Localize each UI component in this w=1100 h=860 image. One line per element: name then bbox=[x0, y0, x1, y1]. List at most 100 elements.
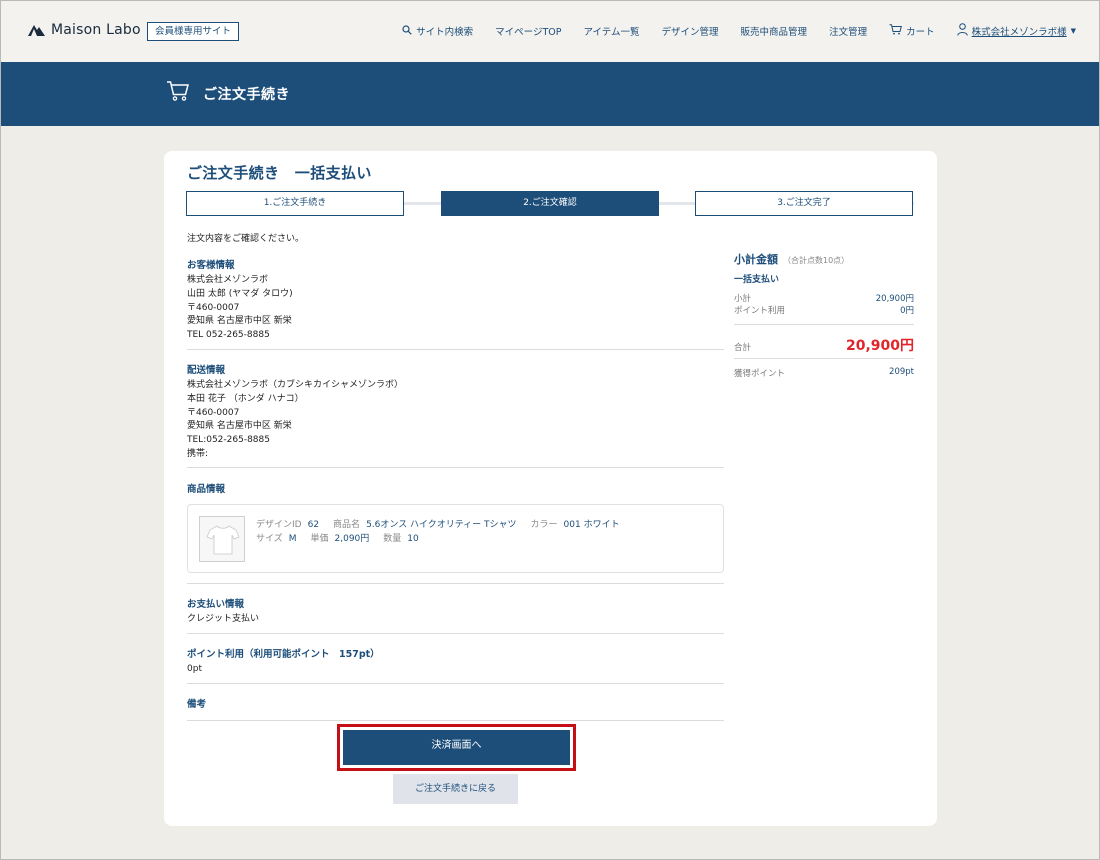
nav-cart-label: カート bbox=[906, 27, 935, 38]
shipping-section: 配送情報 株式会社メゾンラボ（カブシキカイシャメゾンラボ） 本田 花子 （ホンダ… bbox=[187, 362, 724, 462]
summary-divider bbox=[734, 358, 914, 359]
unit-price-label: 単価 bbox=[310, 534, 329, 544]
summary-title: 小計金額 （合計点数10点） bbox=[734, 251, 914, 267]
logo[interactable]: Maison Labo bbox=[28, 22, 141, 38]
nav-design[interactable]: デザイン管理 bbox=[662, 24, 719, 38]
nav-cart[interactable]: カート bbox=[889, 24, 935, 38]
payment-section: お支払い情報 クレジット支払い bbox=[187, 596, 724, 627]
product-title: 商品情報 bbox=[187, 484, 226, 495]
tshirt-icon bbox=[206, 525, 240, 555]
summary-divider bbox=[734, 324, 914, 325]
shipping-address: 愛知県 名古屋市中区 新栄 bbox=[187, 421, 292, 432]
product-item: デザインID 62 商品名 5.6オンス ハイクオリティー Tシャツ カラー 001 ホワ… bbox=[187, 504, 724, 573]
summary-title-label: 小計金額 bbox=[734, 253, 778, 266]
product-row-2: サイズ M 単価 2,090円 数量 10 bbox=[256, 531, 433, 544]
cart-icon bbox=[166, 80, 190, 106]
product-name-label: 商品名 bbox=[333, 520, 361, 530]
earned-points-label: 獲得ポイント bbox=[734, 369, 786, 379]
step-indicator: 1.ご注文手続き 2.ご注文確認 3.ご注文完了 bbox=[186, 191, 914, 216]
member-site-badge: 会員様専用サイト bbox=[147, 22, 240, 41]
payment-method: クレジット支払い bbox=[187, 614, 260, 624]
size-label: サイズ bbox=[256, 534, 283, 544]
product-row-1: デザインID 62 商品名 5.6オンス ハイクオリティー Tシャツ カラー 001 ホワ… bbox=[256, 517, 634, 530]
nav-mypage[interactable]: マイページTOP bbox=[495, 24, 561, 38]
divider bbox=[187, 583, 724, 584]
product-thumbnail[interactable] bbox=[199, 516, 245, 562]
summary-subtotal-row: 小計 20,900円 bbox=[734, 292, 914, 304]
step-order-complete: 3.ご注文完了 bbox=[695, 191, 913, 216]
remarks-title: 備考 bbox=[187, 699, 207, 710]
product-name-value: 5.6オンス ハイクオリティー Tシャツ bbox=[366, 520, 517, 530]
nav-orders[interactable]: 注文管理 bbox=[829, 24, 867, 38]
customer-zip: 〒460-0007 bbox=[187, 302, 240, 313]
cart-icon bbox=[889, 24, 903, 38]
customer-name: 山田 太郎 (ヤマダ タロウ) bbox=[187, 288, 293, 299]
order-confirm-card: ご注文手続き 一括支払い 1.ご注文手続き 2.ご注文確認 3.ご注文完了 注文… bbox=[164, 151, 937, 826]
logo-mountain-icon bbox=[28, 24, 45, 36]
order-summary: 小計金額 （合計点数10点） 一括支払い 小計 20,900円 ポイント利用 0円… bbox=[734, 251, 914, 379]
design-id-value: 62 bbox=[307, 520, 320, 530]
payment-title: お支払い情報 bbox=[187, 599, 245, 610]
divider bbox=[187, 349, 724, 350]
back-to-order-button[interactable]: ご注文手続きに戻る bbox=[393, 774, 518, 804]
divider bbox=[187, 683, 724, 684]
customer-company: 株式会社メゾンラボ bbox=[187, 275, 269, 285]
nav-user-label: 株式会社メゾンラボ様 bbox=[971, 27, 1067, 38]
proceed-to-payment-button[interactable]: 決済画面へ bbox=[343, 730, 570, 765]
customer-tel: TEL 052-265-8885 bbox=[187, 330, 270, 341]
divider bbox=[187, 467, 724, 468]
shipping-company: 株式会社メゾンラボ（カブシキカイシャメゾンラボ） bbox=[187, 380, 404, 390]
nav-items[interactable]: アイテム一覧 bbox=[583, 24, 639, 38]
global-nav: サイト内検索 マイページTOP アイテム一覧 デザイン管理 販売中商品管理 注文… bbox=[402, 22, 1076, 40]
design-id-label: デザインID bbox=[256, 520, 302, 530]
points-used-label: ポイント利用 bbox=[734, 306, 786, 316]
proceed-to-payment-button-highlight: 決済画面へ bbox=[337, 724, 576, 771]
summary-payment-method: 一括支払い bbox=[734, 275, 780, 285]
quantity-value: 10 bbox=[407, 534, 419, 544]
step-order-procedure: 1.ご注文手続き bbox=[186, 191, 404, 216]
size-value: M bbox=[288, 534, 297, 544]
earned-points-value: 209pt bbox=[889, 367, 914, 377]
intro-text: 注文内容をご確認ください。 bbox=[187, 234, 305, 244]
points-section: ポイント利用（利用可能ポイント 157pt） 0pt bbox=[187, 646, 724, 677]
step-order-confirm: 2.ご注文確認 bbox=[441, 191, 659, 216]
user-icon bbox=[956, 23, 968, 39]
quantity-label: 数量 bbox=[383, 534, 402, 544]
page-title: ご注文手続き 一括支払い bbox=[187, 164, 372, 182]
summary-points-row: ポイント利用 0円 bbox=[734, 304, 914, 316]
search-icon bbox=[402, 24, 412, 38]
summary-earned-row: 獲得ポイント 209pt bbox=[734, 367, 914, 379]
remarks-section: 備考 bbox=[187, 696, 724, 713]
page-banner: ご注文手続き bbox=[0, 62, 1100, 126]
points-title: ポイント利用（利用可能ポイント 157pt） bbox=[187, 649, 380, 660]
color-value: 001 ホワイト bbox=[563, 520, 620, 530]
summary-item-count: （合計点数10点） bbox=[783, 256, 850, 265]
divider bbox=[187, 633, 724, 634]
logo-text: Maison Labo bbox=[51, 22, 141, 38]
banner-title: ご注文手続き bbox=[203, 87, 290, 103]
nav-site-search[interactable]: サイト内検索 bbox=[402, 24, 473, 38]
subtotal-value: 20,900円 bbox=[875, 294, 914, 304]
site-header: Maison Labo 会員様専用サイト サイト内検索 マイページTOP アイテ… bbox=[0, 0, 1100, 62]
shipping-zip: 〒460-0007 bbox=[187, 407, 240, 418]
shipping-title: 配送情報 bbox=[187, 365, 226, 376]
shipping-tel: TEL:052-265-8885 bbox=[187, 435, 270, 446]
shipping-name: 本田 花子 （ホンダ ハナコ） bbox=[187, 393, 304, 404]
nav-site-search-label: サイト内検索 bbox=[416, 27, 474, 38]
total-label: 合計 bbox=[734, 343, 752, 353]
points-value: 0pt bbox=[187, 664, 202, 674]
divider bbox=[187, 720, 724, 721]
subtotal-label: 小計 bbox=[734, 294, 752, 304]
customer-address: 愛知県 名古屋市中区 新栄 bbox=[187, 316, 292, 327]
caret-down-icon: ▼ bbox=[1070, 27, 1076, 35]
nav-user-menu[interactable]: 株式会社メゾンラボ様 ▼ bbox=[956, 23, 1076, 39]
nav-selling[interactable]: 販売中商品管理 bbox=[741, 24, 808, 38]
summary-total-row: 合計 20,900円 bbox=[734, 338, 914, 354]
color-label: カラー bbox=[530, 520, 558, 530]
total-value: 20,900円 bbox=[845, 338, 914, 354]
customer-title: お客様情報 bbox=[187, 260, 235, 271]
product-section: 商品情報 bbox=[187, 481, 724, 498]
shipping-mobile: 携帯: bbox=[187, 448, 209, 459]
points-used-value: 0円 bbox=[900, 306, 914, 316]
unit-price-value: 2,090円 bbox=[334, 534, 370, 544]
